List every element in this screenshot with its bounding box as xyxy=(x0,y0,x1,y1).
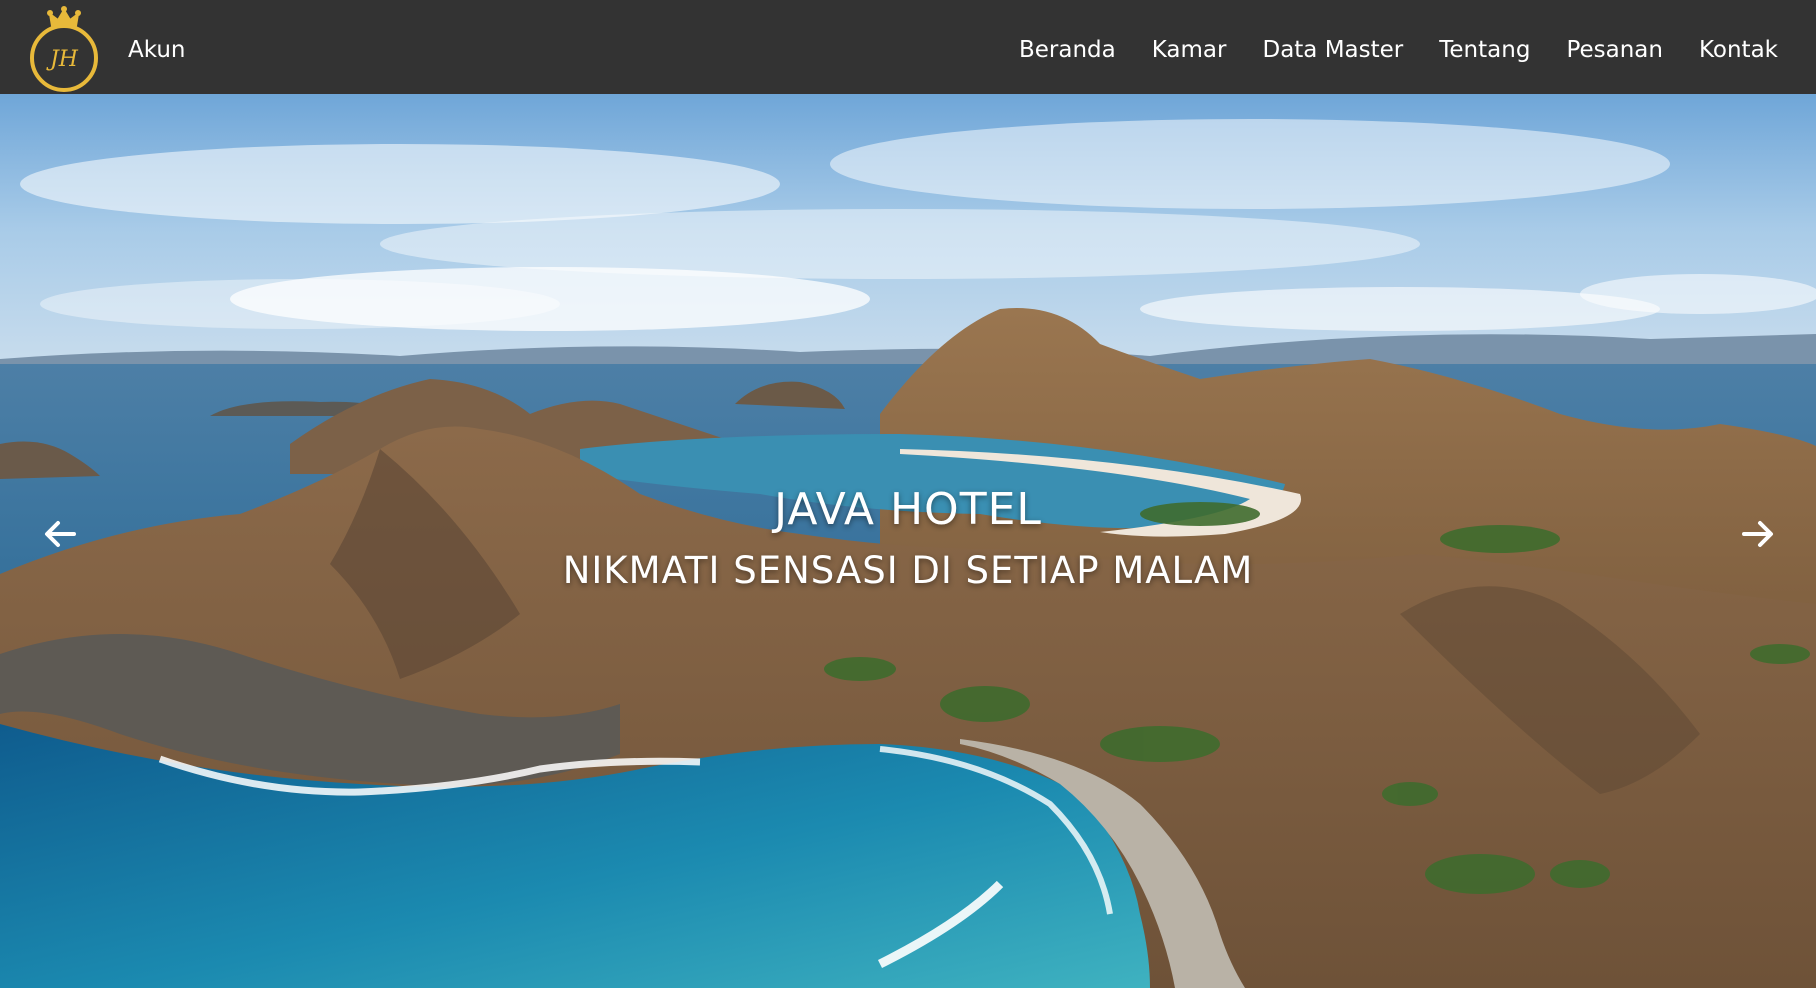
nav-kontak[interactable]: Kontak xyxy=(1699,34,1778,66)
hero-landscape-image xyxy=(0,94,1816,988)
nav-kamar[interactable]: Kamar xyxy=(1152,34,1227,66)
nav-beranda[interactable]: Beranda xyxy=(1019,34,1116,66)
account-link[interactable]: Akun xyxy=(128,34,186,66)
nav-pesanan[interactable]: Pesanan xyxy=(1566,34,1663,66)
nav-data-master[interactable]: Data Master xyxy=(1262,34,1403,66)
navbar: JH Akun Beranda Kamar Data Master Tentan… xyxy=(0,0,1816,94)
hero-title: JAVA HOTEL xyxy=(774,484,1042,535)
arrow-left-icon[interactable] xyxy=(40,514,80,554)
main-nav: Beranda Kamar Data Master Tentang Pesana… xyxy=(1019,34,1778,66)
logo-monogram: JH xyxy=(46,47,79,72)
hotel-logo[interactable]: JH xyxy=(28,4,100,94)
nav-tentang[interactable]: Tentang xyxy=(1439,34,1530,66)
hero-subtitle: NIKMATI SENSASI DI SETIAP MALAM xyxy=(562,549,1254,592)
hero-carousel: JAVA HOTEL NIKMATI SENSASI DI SETIAP MAL… xyxy=(0,94,1816,988)
arrow-right-icon[interactable] xyxy=(1738,514,1778,554)
